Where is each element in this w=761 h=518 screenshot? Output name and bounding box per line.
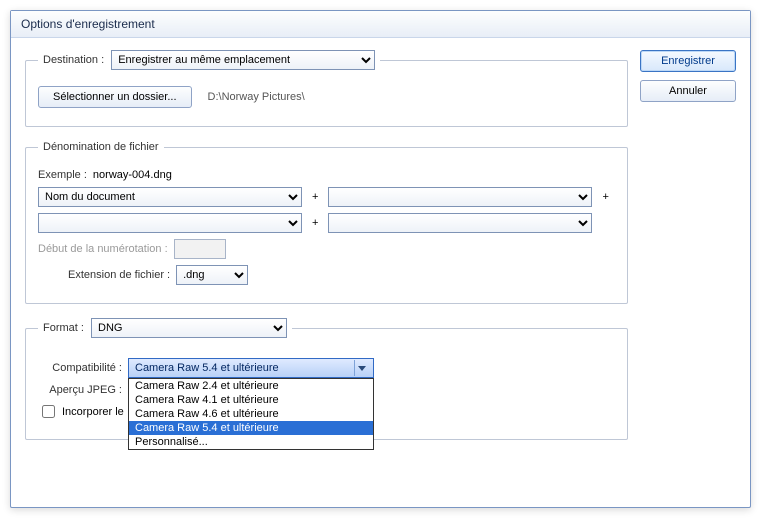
destination-path: D:\Norway Pictures\ [198,91,305,103]
plus-1: + [308,191,322,203]
format-group: Format : DNG Compatibilité : Camera Raw … [25,318,628,440]
compat-option-4[interactable]: Personnalisé... [129,435,373,449]
compat-dropdown[interactable]: Camera Raw 5.4 et ultérieure Camera Raw … [128,358,374,378]
jpeg-preview-label: Aperçu JPEG : [38,384,122,396]
compat-dropdown-button[interactable]: Camera Raw 5.4 et ultérieure [128,358,374,378]
filename-segment-1[interactable]: Nom du document [38,187,302,207]
begin-numbering-input [174,239,226,259]
begin-numbering-label: Début de la numérotation : [38,243,168,255]
compat-option-0[interactable]: Camera Raw 2.4 et ultérieure [129,379,373,393]
plus-2: + [598,191,612,203]
filename-segment-4[interactable] [328,213,592,233]
file-naming-group: Dénomination de fichier Exemple : norway… [25,141,628,304]
example-label: Exemple : [38,169,87,181]
cancel-button[interactable]: Annuler [640,80,736,102]
destination-legend: Destination : Enregistrer au même emplac… [38,50,380,70]
example-value: norway-004.dng [93,169,172,181]
compat-dropdown-list[interactable]: Camera Raw 2.4 et ultérieure Camera Raw … [128,378,374,450]
compat-label: Compatibilité : [38,362,122,374]
format-legend-text: Format : [43,322,84,334]
format-legend: Format : DNG [38,318,292,338]
embed-checkbox-row[interactable]: Incorporer le [38,402,124,421]
dialog-title: Options d'enregistrement [11,11,750,38]
extension-label: Extension de fichier : [68,269,170,281]
destination-legend-text: Destination : [43,54,104,66]
destination-location-select[interactable]: Enregistrer au même emplacement [111,50,375,70]
compat-selected-value: Camera Raw 5.4 et ultérieure [135,362,279,374]
plus-3: + [308,217,322,229]
filename-segment-2[interactable] [328,187,592,207]
chevron-down-icon [354,360,369,376]
save-button[interactable]: Enregistrer [640,50,736,72]
destination-group: Destination : Enregistrer au même emplac… [25,50,628,127]
filename-segment-3[interactable] [38,213,302,233]
compat-option-3[interactable]: Camera Raw 5.4 et ultérieure [129,421,373,435]
select-folder-button[interactable]: Sélectionner un dossier... [38,86,192,108]
compat-option-2[interactable]: Camera Raw 4.6 et ultérieure [129,407,373,421]
embed-checkbox[interactable] [42,405,55,418]
file-naming-legend: Dénomination de fichier [38,141,164,153]
options-dialog: Options d'enregistrement Destination : E… [10,10,751,508]
embed-label: Incorporer le [62,406,124,418]
format-select[interactable]: DNG [91,318,287,338]
compat-option-1[interactable]: Camera Raw 4.1 et ultérieure [129,393,373,407]
extension-select[interactable]: .dng [176,265,248,285]
